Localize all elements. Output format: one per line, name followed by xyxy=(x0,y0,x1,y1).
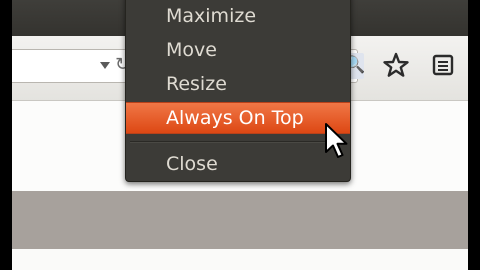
content-band xyxy=(12,191,468,249)
menu-item-label: Resize xyxy=(166,73,227,95)
menu-item-label: Always On Top xyxy=(166,107,304,129)
dropdown-arrow-icon[interactable] xyxy=(100,62,110,69)
window-context-menu: Maximize Move Resize Always On Top Close xyxy=(125,0,351,182)
bookmark-star-icon[interactable] xyxy=(382,51,410,79)
menu-item-label: Close xyxy=(166,153,218,175)
menu-item-close[interactable]: Close xyxy=(126,149,350,179)
mouse-pointer-icon xyxy=(325,123,348,158)
menu-item-move[interactable]: Move xyxy=(126,35,350,65)
menu-item-resize[interactable]: Resize xyxy=(126,69,350,99)
menu-item-label: Maximize xyxy=(166,5,257,27)
menu-item-label: Move xyxy=(166,39,217,61)
page-bottom xyxy=(12,249,468,270)
menu-item-always-on-top[interactable]: Always On Top xyxy=(126,102,350,134)
menu-separator xyxy=(130,141,344,143)
reading-list-icon[interactable] xyxy=(430,52,456,78)
menu-item-maximize[interactable]: Maximize xyxy=(126,1,350,31)
